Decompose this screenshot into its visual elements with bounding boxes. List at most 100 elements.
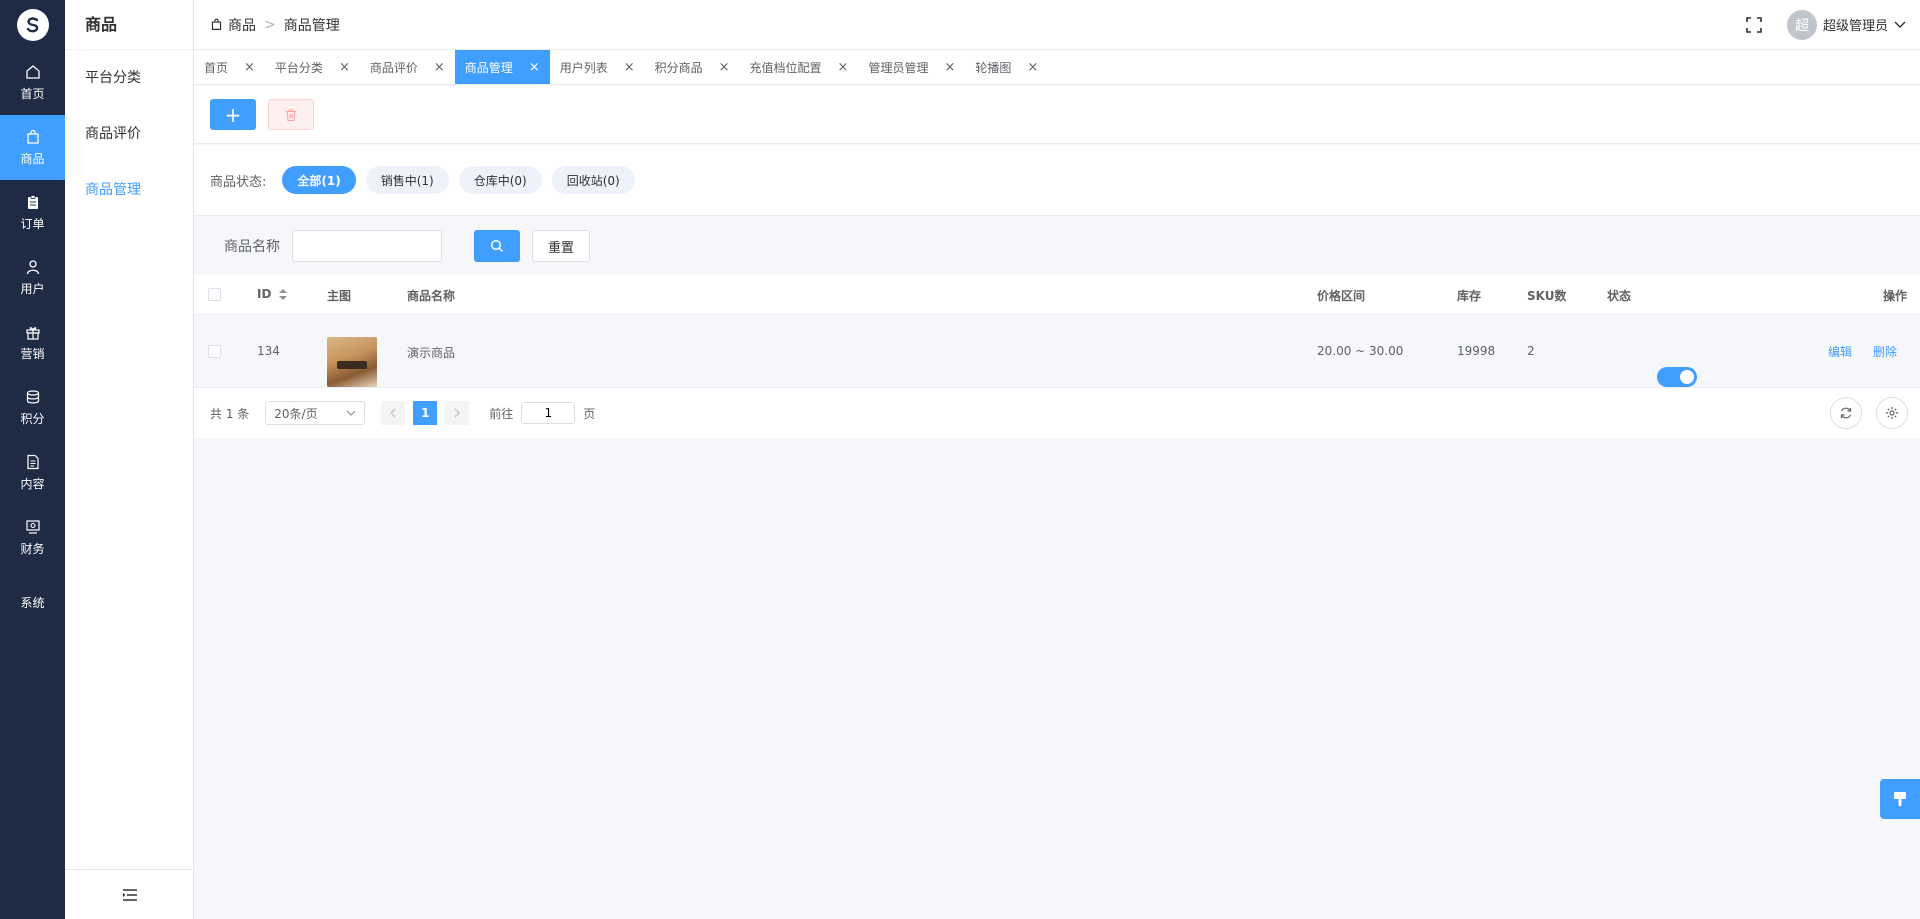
rail-item-orders[interactable]: 订单 — [0, 180, 65, 245]
app-logo[interactable] — [0, 0, 65, 50]
goto-page-input[interactable] — [521, 402, 576, 424]
close-icon[interactable]: × — [244, 60, 255, 75]
chevron-down-icon[interactable] — [1894, 21, 1906, 29]
tab-admin-management[interactable]: 管理员管理 × — [858, 50, 965, 84]
column-settings-button[interactable] — [1876, 397, 1908, 429]
rail-item-label: 用户 — [20, 281, 45, 296]
gift-icon — [25, 326, 40, 340]
pagination: 共 1 条 20条/页 1 前往 页 — [194, 388, 1920, 438]
floating-theme-button[interactable] — [1880, 779, 1920, 819]
breadcrumb-item[interactable]: 商品 — [228, 15, 256, 35]
bag-icon — [26, 129, 39, 144]
batch-delete-button[interactable] — [268, 99, 314, 130]
tab-points-goods[interactable]: 积分商品 × — [645, 50, 740, 84]
sidebar-collapse-button[interactable] — [65, 869, 194, 919]
chevron-down-icon — [346, 410, 356, 416]
tab-user-list[interactable]: 用户列表 × — [550, 50, 645, 84]
close-icon[interactable]: × — [1027, 60, 1038, 75]
next-page-button[interactable] — [445, 401, 470, 425]
bag-icon — [211, 18, 222, 30]
goto-label: 前往 — [489, 406, 514, 421]
tab-label: 商品管理 — [464, 60, 513, 75]
rail-item-label: 营销 — [20, 346, 45, 361]
rail-item-label: 积分 — [20, 411, 45, 426]
rail-item-goods[interactable]: 商品 — [0, 115, 65, 180]
rail-item-label: 订单 — [20, 216, 45, 231]
sort-icon[interactable] — [279, 288, 288, 300]
status-pill-all[interactable]: 全部(1) — [282, 166, 356, 194]
close-icon[interactable]: × — [838, 60, 849, 75]
edit-link[interactable]: 编辑 — [1828, 343, 1852, 360]
avatar[interactable]: 超 — [1786, 9, 1817, 40]
tab-label: 用户列表 — [559, 60, 608, 75]
rail-item-users[interactable]: 用户 — [0, 245, 65, 310]
rail-item-label: 系统 — [20, 596, 45, 610]
username[interactable]: 超级管理员 — [1823, 15, 1888, 34]
sidebar-item-goods-management[interactable]: 商品管理 — [65, 162, 193, 218]
rail-item-system[interactable]: 系统 — [0, 570, 65, 635]
status-pill-in-warehouse[interactable]: 仓库中(0) — [458, 166, 542, 194]
tab-goods-management[interactable]: 商品管理 × — [454, 50, 550, 84]
sidebar-item-platform-category[interactable]: 平台分类 — [65, 50, 193, 106]
tab-carousel[interactable]: 轮播图 × — [965, 50, 1048, 84]
delete-link[interactable]: 删除 — [1873, 343, 1897, 360]
tab-label: 商品评价 — [369, 60, 418, 75]
tab-label: 首页 — [204, 60, 229, 75]
page-suffix: 页 — [583, 406, 596, 421]
row-checkbox[interactable] — [208, 345, 221, 358]
search-icon — [490, 239, 504, 253]
finance-icon — [25, 519, 40, 534]
cell-stock: 19998 — [1457, 344, 1496, 358]
column-header-image: 主图 — [327, 289, 352, 303]
tab-goods-review[interactable]: 商品评价 × — [360, 50, 455, 84]
column-header-price: 价格区间 — [1317, 289, 1366, 303]
status-toggle[interactable] — [1657, 367, 1697, 387]
chevron-left-icon — [390, 408, 396, 418]
tab-label: 平台分类 — [274, 60, 323, 75]
rail-item-home[interactable]: 首页 — [0, 50, 65, 115]
action-toolbar: + — [194, 86, 1920, 144]
reset-button[interactable]: 重置 — [532, 230, 591, 262]
logo-icon — [16, 9, 49, 41]
top-header: 商品 > 商品管理 超 超级管理员 — [194, 0, 1920, 50]
tab-label: 管理员管理 — [868, 60, 929, 75]
page-number-1[interactable]: 1 — [413, 401, 438, 425]
goods-thumbnail[interactable] — [327, 337, 377, 387]
close-icon[interactable]: × — [719, 60, 730, 75]
tab-label: 轮播图 — [975, 60, 1012, 75]
refresh-button[interactable] — [1830, 397, 1862, 429]
paint-brush-icon — [1894, 792, 1906, 806]
pagination-total: 共 1 条 — [210, 406, 250, 421]
tab-platform-category[interactable]: 平台分类 × — [265, 50, 360, 84]
tab-label: 积分商品 — [654, 60, 703, 75]
sidebar-item-goods-review[interactable]: 商品评价 — [65, 106, 193, 162]
close-icon[interactable]: × — [624, 60, 635, 75]
cell-name: 演示商品 — [407, 346, 456, 360]
breadcrumb: 商品 > 商品管理 — [194, 15, 340, 35]
select-all-checkbox[interactable] — [208, 288, 221, 301]
rail-item-content[interactable]: 内容 — [0, 440, 65, 505]
close-icon[interactable]: × — [944, 60, 955, 75]
rail-item-finance[interactable]: 财务 — [0, 505, 65, 570]
fullscreen-icon[interactable] — [1745, 16, 1763, 34]
tab-recharge-config[interactable]: 充值档位配置 × — [740, 50, 859, 84]
close-icon[interactable]: × — [529, 60, 540, 75]
prev-page-button[interactable] — [381, 401, 406, 425]
breadcrumb-separator-icon: > — [264, 16, 276, 33]
status-pill-on-sale[interactable]: 销售中(1) — [365, 166, 449, 194]
status-pill-recycle-bin[interactable]: 回收站(0) — [551, 166, 635, 194]
sidebar-title: 商品 — [65, 0, 193, 50]
column-header-id[interactable]: ID — [257, 287, 288, 301]
rail-item-marketing[interactable]: 营销 — [0, 310, 65, 375]
add-button[interactable]: + — [210, 99, 256, 130]
column-header-label: ID — [257, 287, 272, 301]
tab-home[interactable]: 首页 × — [194, 50, 265, 84]
close-icon[interactable]: × — [434, 60, 445, 75]
close-icon[interactable]: × — [339, 60, 350, 75]
page-size-select[interactable]: 20条/页 — [265, 401, 366, 425]
home-icon — [25, 64, 40, 79]
search-button[interactable] — [474, 230, 520, 262]
header-user-area: 超 超级管理员 — [1745, 9, 1920, 40]
goods-name-input[interactable] — [292, 230, 442, 262]
rail-item-points[interactable]: 积分 — [0, 375, 65, 440]
